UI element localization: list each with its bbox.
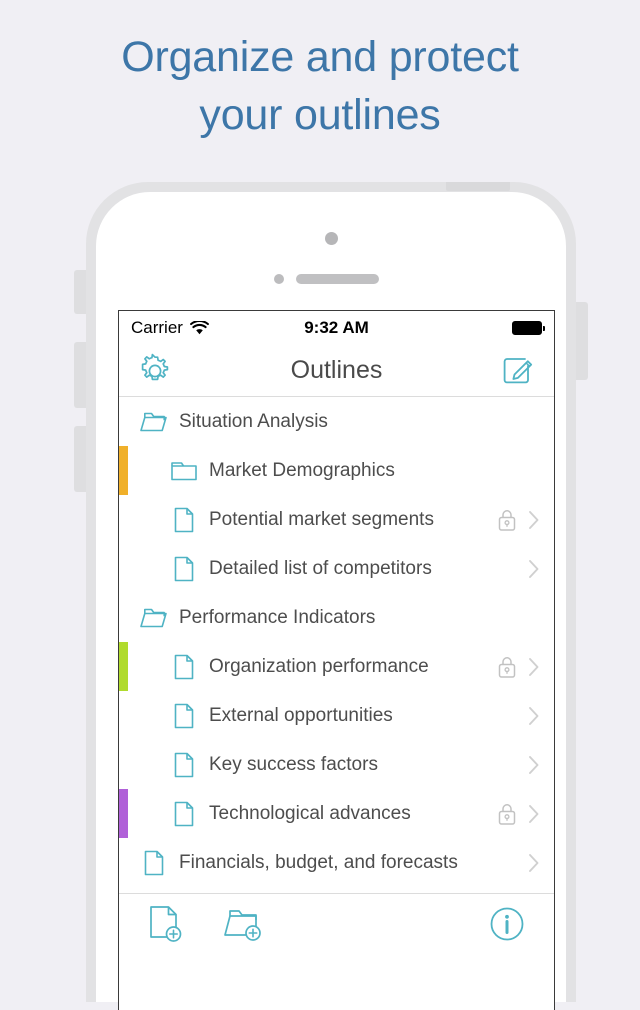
chevron-right-icon[interactable]	[526, 754, 542, 776]
row-color-marker	[119, 789, 128, 838]
list-item[interactable]: Potential market segments	[119, 495, 554, 544]
gear-icon	[137, 353, 173, 389]
chevron-right-icon[interactable]	[526, 803, 542, 825]
status-bar-left: Carrier	[131, 318, 209, 338]
phone-volume-down-button[interactable]	[74, 426, 86, 492]
list-item[interactable]: External opportunities	[119, 691, 554, 740]
list-item-accessories	[486, 655, 542, 679]
list-item-accessories	[486, 558, 542, 580]
list-item[interactable]: Key success factors	[119, 740, 554, 789]
earpiece-speaker	[296, 274, 379, 284]
document-icon	[139, 849, 169, 877]
phone-antenna-line	[446, 182, 510, 191]
list-item-accessories	[486, 705, 542, 727]
page-headline: Organize and protect your outlines	[0, 28, 640, 144]
phone-face: Carrier 9:32 AM Outlines Situation Analy…	[96, 192, 566, 1010]
list-item-label: Potential market segments	[209, 508, 434, 530]
chevron-right-icon[interactable]	[526, 656, 542, 678]
folder-open-icon	[139, 409, 169, 435]
list-item[interactable]: Performance Indicators	[119, 593, 554, 642]
list-item-accessories	[486, 508, 542, 532]
chevron-right-icon[interactable]	[526, 852, 542, 874]
list-item-label: Situation Analysis	[179, 410, 328, 432]
chevron-right-icon[interactable]	[526, 705, 542, 727]
battery-full-icon	[512, 321, 545, 335]
phone-silent-switch[interactable]	[74, 270, 86, 314]
lock-icon	[496, 802, 518, 826]
document-icon	[169, 702, 199, 730]
headline-line-2: your outlines	[199, 91, 441, 139]
folder-closed-icon	[169, 458, 199, 484]
page-title: Outlines	[290, 356, 383, 384]
navigation-bar: Outlines	[119, 345, 554, 397]
status-bar-right	[512, 321, 545, 335]
document-icon	[169, 555, 199, 583]
list-item[interactable]: Financials, budget, and forecasts	[119, 838, 554, 887]
status-bar: Carrier 9:32 AM	[119, 311, 554, 345]
proximity-sensor-icon	[274, 274, 284, 284]
phone-power-button[interactable]	[576, 302, 588, 380]
lock-icon	[496, 508, 518, 532]
document-icon	[169, 506, 199, 534]
outline-list: Situation Analysis Market Demographics P…	[119, 397, 554, 887]
list-item-label: Market Demographics	[209, 459, 395, 481]
list-item[interactable]: Market Demographics	[119, 446, 554, 495]
list-item-label: Key success factors	[209, 753, 378, 775]
chevron-right-icon[interactable]	[526, 558, 542, 580]
row-color-marker	[119, 642, 128, 691]
front-camera-icon	[325, 232, 338, 245]
chevron-right-icon[interactable]	[526, 509, 542, 531]
list-item-label: Financials, budget, and forecasts	[179, 851, 458, 873]
compose-button[interactable]	[498, 351, 538, 391]
list-item-label: Detailed list of competitors	[209, 557, 432, 579]
phone-screen: Carrier 9:32 AM Outlines Situation Analy…	[118, 310, 555, 1010]
new-folder-icon	[222, 904, 266, 944]
list-item-label: Technological advances	[209, 802, 411, 824]
info-button[interactable]	[482, 901, 532, 947]
lock-icon	[496, 655, 518, 679]
folder-open-icon	[139, 605, 169, 631]
row-color-marker	[119, 446, 128, 495]
new-document-button[interactable]	[141, 901, 191, 947]
settings-button[interactable]	[135, 351, 175, 391]
carrier-label: Carrier	[131, 318, 183, 337]
compose-icon	[501, 354, 535, 388]
list-item[interactable]: Technological advances	[119, 789, 554, 838]
new-folder-button[interactable]	[219, 901, 269, 947]
document-icon	[169, 800, 199, 828]
document-icon	[169, 751, 199, 779]
list-item-accessories	[486, 852, 542, 874]
bottom-toolbar	[119, 894, 554, 954]
list-item-label: External opportunities	[209, 704, 393, 726]
headline-line-1: Organize and protect	[121, 33, 519, 81]
document-icon	[169, 653, 199, 681]
list-item-label: Performance Indicators	[179, 606, 376, 628]
list-item-accessories	[486, 802, 542, 826]
list-item-accessories	[486, 754, 542, 776]
info-icon	[488, 905, 526, 943]
list-item[interactable]: Detailed list of competitors	[119, 544, 554, 593]
phone-volume-up-button[interactable]	[74, 342, 86, 408]
wifi-icon	[190, 321, 209, 335]
list-item[interactable]: Organization performance	[119, 642, 554, 691]
list-item[interactable]: Situation Analysis	[119, 397, 554, 446]
list-item-label: Organization performance	[209, 655, 429, 677]
phone-device-mockup: Carrier 9:32 AM Outlines Situation Analy…	[74, 182, 588, 1010]
new-document-icon	[147, 904, 185, 944]
